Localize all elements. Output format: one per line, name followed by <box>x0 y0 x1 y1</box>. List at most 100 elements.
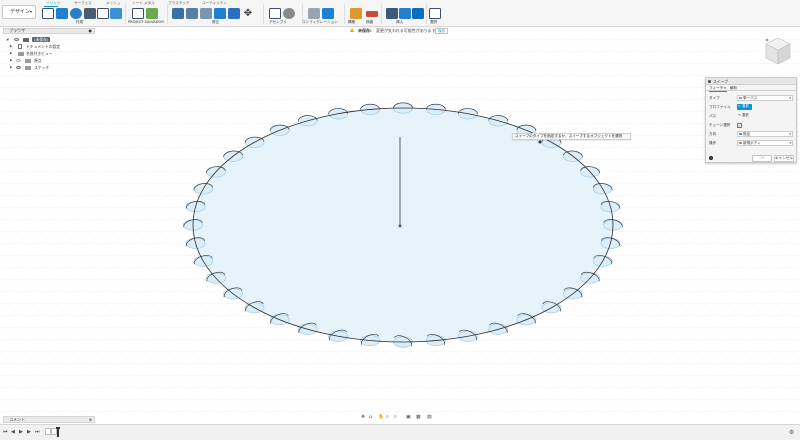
press-pull-icon[interactable] <box>172 8 184 19</box>
toolbar-divider <box>381 4 382 24</box>
configuration-menu[interactable]: コンフィグレーション <box>302 20 338 25</box>
display-settings-icon[interactable]: ▣ <box>406 415 411 421</box>
go-to-end-icon[interactable]: ⏭ <box>35 429 40 435</box>
move-icon[interactable]: ✥ <box>242 8 254 19</box>
path-label: パス <box>709 114 717 118</box>
shell-icon[interactable] <box>214 8 226 19</box>
visibility-eye-icon[interactable] <box>16 66 21 69</box>
insert-mesh-icon[interactable] <box>399 8 411 19</box>
joint-icon[interactable] <box>283 8 295 19</box>
profile-select-button[interactable]: ↖ 選択 <box>737 104 752 110</box>
workspace-switcher[interactable]: デザイン ▾ <box>2 5 36 19</box>
select-menu[interactable]: 選択 <box>430 20 437 25</box>
path-select-button[interactable]: ↖ 選択 <box>737 113 752 119</box>
revolve-icon[interactable] <box>70 8 82 19</box>
play-icon[interactable]: ▶ <box>19 429 23 435</box>
timeline-marker[interactable] <box>56 427 60 437</box>
measure-icon[interactable] <box>366 11 378 17</box>
comments-panel[interactable]: コメント ⊕ <box>3 416 95 423</box>
combine-icon[interactable] <box>228 8 240 19</box>
browser-item-label: 名前付きビュー <box>26 51 53 56</box>
tab-analysis[interactable]: 解析 <box>730 85 737 91</box>
cursor-point[interactable] <box>538 140 542 144</box>
collapse-icon[interactable]: ▶ <box>10 43 12 50</box>
fillet-icon[interactable] <box>186 8 198 19</box>
tab-plastic[interactable]: プラスチック <box>168 1 190 6</box>
configuration-table-icon[interactable] <box>322 8 334 19</box>
add-comment-icon[interactable]: ⊕ <box>89 417 92 422</box>
tab-utility[interactable]: ユーティリティ <box>202 1 227 6</box>
toolbar-divider <box>426 4 427 24</box>
salvador-app-icon[interactable] <box>146 8 158 19</box>
configure-icon[interactable] <box>308 8 320 19</box>
browser-header[interactable]: ブラウザ ● <box>3 28 95 34</box>
loft-icon[interactable] <box>97 8 109 19</box>
ok-button[interactable]: OK <box>752 155 772 162</box>
offset-plane-icon[interactable] <box>350 8 362 19</box>
collapse-icon[interactable]: ▶ <box>10 57 12 64</box>
browser-item-origin[interactable]: ▶ 原点 <box>10 57 94 64</box>
sketch-point[interactable] <box>398 224 402 228</box>
collapse-icon[interactable]: ▶ <box>10 50 12 57</box>
step-forward-icon[interactable]: ▶ <box>27 429 31 435</box>
browser-item-label: スケッチ <box>34 65 50 70</box>
chamfer-icon[interactable] <box>200 8 212 19</box>
tab-feature[interactable]: フィーチャ <box>709 85 727 92</box>
grid-settings-icon[interactable]: ▦ <box>416 415 421 421</box>
orbit-icon[interactable]: ✥ <box>361 415 365 421</box>
info-icon[interactable]: i <box>709 156 713 160</box>
expand-icon[interactable]: ◢ <box>6 36 8 43</box>
chain-label: チェーン選択 <box>709 123 731 127</box>
new-sketch-icon[interactable] <box>42 8 54 19</box>
project-salvador-menu[interactable]: PROJECT SALVADOR <box>128 20 164 24</box>
sweep-icon[interactable] <box>84 8 96 19</box>
look-at-icon[interactable]: ⌂ <box>369 415 372 421</box>
construct-menu[interactable]: 構築 <box>348 20 355 25</box>
viewports-icon[interactable]: ▤ <box>427 415 432 421</box>
browser-item-named-views[interactable]: ▶ 名前付きビュー <box>10 50 94 57</box>
insert-derive-icon[interactable] <box>386 8 398 19</box>
step-back-icon[interactable]: ◀ <box>11 429 15 435</box>
toolbar-divider <box>167 4 168 24</box>
panel-pin-icon[interactable]: ● <box>89 29 93 33</box>
assemble-menu[interactable]: アセンブリ <box>269 20 287 25</box>
dialog-title-bar[interactable]: スイープ <box>706 78 796 85</box>
visibility-eye-icon[interactable] <box>16 59 21 62</box>
operation-select[interactable]: 新規ボディ ▾ <box>737 140 793 146</box>
browser-item-document-settings[interactable]: ▶ ドキュメントの設定 <box>10 43 94 50</box>
tab-mesh[interactable]: メッシュ <box>106 1 120 6</box>
save-button[interactable]: 保存 <box>435 28 449 34</box>
tab-sheet-metal[interactable]: シート メタル <box>132 1 155 6</box>
go-to-start-icon[interactable]: ⏮ <box>3 429 8 435</box>
type-select[interactable]: 単一パス ▾ <box>737 95 793 101</box>
inspect-menu[interactable]: 検査 <box>366 20 373 25</box>
insert-image-icon[interactable] <box>412 8 424 19</box>
visibility-eye-icon[interactable] <box>14 38 19 41</box>
insert-menu[interactable]: 挿入 <box>396 20 403 25</box>
browser-root[interactable]: ◢ (未保存) <box>6 36 94 43</box>
modify-menu[interactable]: 修正 <box>212 20 219 25</box>
pan-icon[interactable]: ✋ <box>378 415 384 421</box>
gear-icon[interactable]: ⚙ <box>789 429 794 436</box>
select-icon[interactable] <box>429 8 441 19</box>
chain-checkbox[interactable]: ✓ <box>737 123 742 128</box>
viewcube[interactable] <box>764 36 792 66</box>
folder-icon <box>18 51 24 56</box>
direction-label: 方向 <box>709 132 717 136</box>
fit-icon[interactable]: ⌕ <box>394 415 397 421</box>
collapse-icon[interactable]: ▶ <box>10 64 12 71</box>
dialog-collapse-icon[interactable] <box>708 80 711 83</box>
browser-item-sketches[interactable]: ▶ スケッチ <box>10 64 94 71</box>
direction-select[interactable]: 既定 ▾ <box>737 131 793 137</box>
tab-surface[interactable]: サーフェス <box>74 1 92 6</box>
salvador-tool-icon[interactable] <box>132 8 144 19</box>
create-menu[interactable]: 作成 <box>76 20 83 25</box>
type-value: 単一パス <box>743 96 758 100</box>
zoom-icon[interactable]: ⌕ <box>386 415 389 421</box>
notification-level: 未保存: <box>358 28 372 33</box>
canvas-viewport[interactable]: スイープのタイプを指定するか、スイープするオブジェクトを選択 <box>0 27 800 412</box>
extrude-icon[interactable] <box>56 8 68 19</box>
new-component-icon[interactable] <box>269 8 281 19</box>
cancel-button[interactable]: キャンセル <box>774 155 794 162</box>
hole-icon[interactable] <box>110 8 122 19</box>
